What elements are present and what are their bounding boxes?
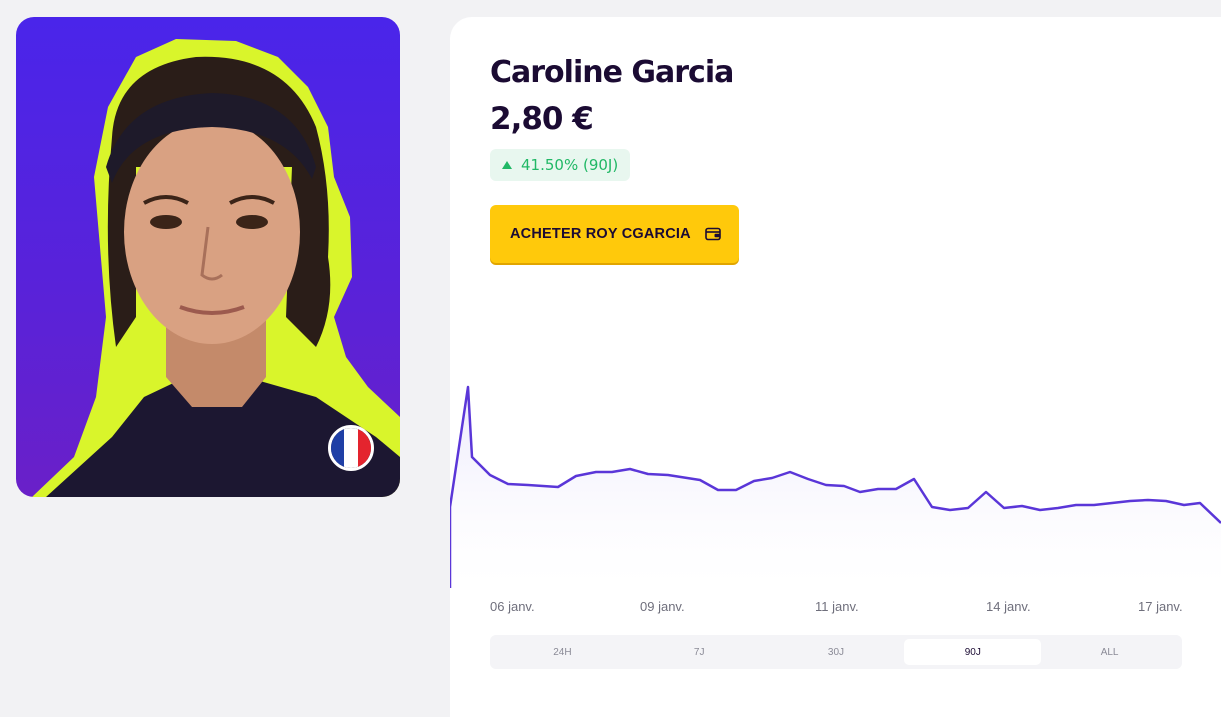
x-label-3: 14 janv. [986,599,1031,614]
range-selector: 24H 7J 30J 90J ALL [490,635,1182,669]
change-value: 41.50% (90J) [521,156,619,174]
player-price: 2,80 € [490,101,594,137]
range-tab-all[interactable]: ALL [1041,639,1178,665]
flag-stripe-red [357,428,371,468]
range-tab-7j[interactable]: 7J [631,639,768,665]
range-tab-90j[interactable]: 90J [904,639,1042,665]
triangle-up-icon [502,161,512,169]
chart-x-axis: 06 janv. 09 janv. 11 janv. 14 janv. 17 j… [450,599,1221,619]
x-label-4: 17 janv. [1138,599,1183,614]
x-label-2: 11 janv. [815,599,859,614]
x-label-1: 09 janv. [640,599,685,614]
range-tab-24h[interactable]: 24H [494,639,631,665]
player-photo [32,39,400,497]
player-panel: Caroline Garcia 2,80 € 41.50% (90J) ACHE… [450,17,1221,717]
buy-button[interactable]: ACHETER ROY CGARCIA [490,205,739,263]
change-badge: 41.50% (90J) [490,149,631,181]
player-card [16,17,400,497]
buy-button-label: ACHETER ROY CGARCIA [510,226,691,242]
price-chart [450,385,1221,588]
flag-stripe-white [344,428,358,468]
flag-stripe-blue [331,428,345,468]
chart-area [450,387,1221,588]
player-name: Caroline Garcia [490,55,734,90]
france-flag-icon [328,425,374,471]
wallet-icon [704,227,721,241]
x-label-0: 06 janv. [490,599,535,614]
range-tab-30j[interactable]: 30J [768,639,905,665]
